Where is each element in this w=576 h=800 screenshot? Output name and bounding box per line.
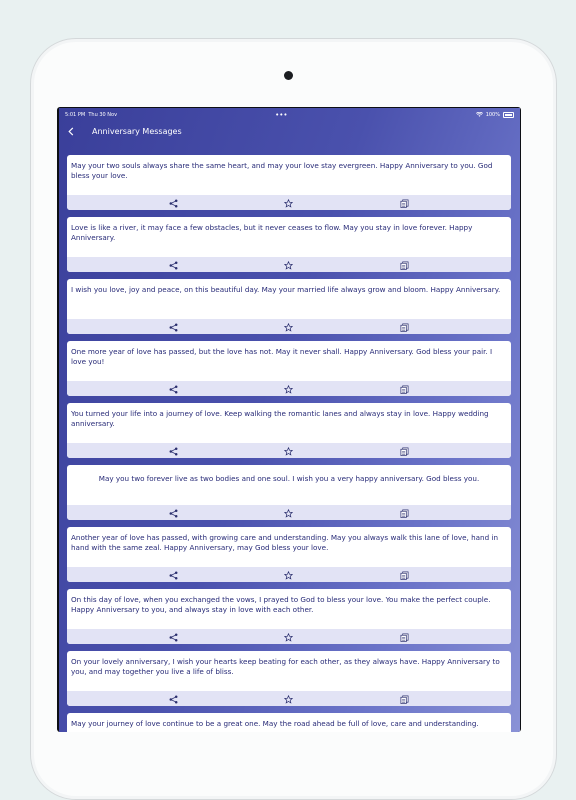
copy-button[interactable]: [398, 445, 410, 457]
share-button[interactable]: [167, 197, 179, 209]
share-button[interactable]: [167, 445, 179, 457]
status-time: 5:01 PM Thu 30 Nov: [65, 112, 117, 118]
status-bar: 5:01 PM Thu 30 Nov ••• 100%: [59, 108, 520, 121]
message-actions: [67, 257, 511, 272]
favorite-button[interactable]: [282, 507, 294, 519]
message-list[interactable]: May your two souls always share the same…: [67, 155, 511, 732]
star-icon: [283, 198, 293, 208]
message-card: Another year of love has passed, with gr…: [67, 527, 511, 582]
favorite-button[interactable]: [282, 197, 294, 209]
message-text: I wish you love, joy and peace, on this …: [71, 285, 501, 294]
status-clock: 5:01 PM: [65, 111, 86, 118]
favorite-button[interactable]: [282, 321, 294, 333]
share-icon: [169, 633, 178, 642]
copy-icon: [400, 509, 409, 518]
share-button[interactable]: [167, 631, 179, 643]
message-card: May your two souls always share the same…: [67, 155, 511, 210]
star-icon: [283, 570, 293, 580]
message-actions: [67, 443, 511, 458]
share-icon: [169, 571, 178, 580]
message-card: On this day of love, when you exchanged …: [67, 589, 511, 644]
screen: 5:01 PM Thu 30 Nov ••• 100% Anniversary …: [57, 107, 521, 732]
favorite-button[interactable]: [282, 569, 294, 581]
share-button[interactable]: [167, 321, 179, 333]
copy-icon: [400, 261, 409, 270]
favorite-button[interactable]: [282, 259, 294, 271]
status-right: 100%: [475, 111, 514, 118]
copy-button[interactable]: [398, 197, 410, 209]
message-text: You turned your life into a journey of l…: [71, 409, 489, 428]
page-title: Anniversary Messages: [92, 126, 182, 136]
message-card: I wish you love, joy and peace, on this …: [67, 279, 511, 334]
favorite-button[interactable]: [282, 631, 294, 643]
battery-icon: [502, 111, 514, 118]
share-icon: [169, 323, 178, 332]
share-icon: [169, 199, 178, 208]
message-text: Love is like a river, it may face a few …: [71, 223, 473, 242]
star-icon: [283, 446, 293, 456]
copy-button[interactable]: [398, 507, 410, 519]
copy-icon: [400, 695, 409, 704]
message-card: May you two forever live as two bodies a…: [67, 465, 511, 520]
favorite-button[interactable]: [282, 383, 294, 395]
multitask-dots[interactable]: •••: [275, 111, 287, 119]
status-date: Thu 30 Nov: [88, 111, 118, 118]
message-actions: [67, 629, 511, 644]
star-icon: [283, 694, 293, 704]
message-card: Love is like a river, it may face a few …: [67, 217, 511, 272]
chevron-left-icon[interactable]: [64, 124, 78, 138]
message-actions: [67, 691, 511, 706]
copy-button[interactable]: [398, 383, 410, 395]
share-icon: [169, 509, 178, 518]
copy-icon: [400, 447, 409, 456]
copy-button[interactable]: [398, 693, 410, 705]
star-icon: [283, 384, 293, 394]
message-actions: [67, 381, 511, 396]
star-icon: [283, 508, 293, 518]
copy-icon: [400, 385, 409, 394]
favorite-button[interactable]: [282, 693, 294, 705]
front-camera: [284, 71, 293, 80]
share-button[interactable]: [167, 507, 179, 519]
share-button[interactable]: [167, 693, 179, 705]
copy-button[interactable]: [398, 569, 410, 581]
share-icon: [169, 447, 178, 456]
copy-button[interactable]: [398, 259, 410, 271]
message-text: May your two souls always share the same…: [71, 161, 493, 180]
wifi-icon: [475, 112, 483, 117]
message-text: Another year of love has passed, with gr…: [71, 533, 499, 552]
copy-icon: [400, 633, 409, 642]
message-text: May you two forever live as two bodies a…: [98, 474, 480, 483]
copy-button[interactable]: [398, 631, 410, 643]
message-text: On this day of love, when you exchanged …: [71, 595, 491, 614]
message-card: One more year of love has passed, but th…: [67, 341, 511, 396]
copy-icon: [400, 571, 409, 580]
message-text: May your journey of love continue to be …: [71, 719, 479, 728]
share-icon: [169, 695, 178, 704]
message-actions: [67, 567, 511, 582]
message-actions: [67, 505, 511, 520]
message-text: On your lovely anniversary, I wish your …: [71, 657, 500, 676]
share-icon: [169, 261, 178, 270]
message-actions: [67, 319, 511, 334]
battery-percent: 100%: [485, 111, 500, 118]
message-card: May your journey of love continue to be …: [67, 713, 511, 732]
copy-button[interactable]: [398, 321, 410, 333]
message-card: On your lovely anniversary, I wish your …: [67, 651, 511, 706]
share-button[interactable]: [167, 569, 179, 581]
copy-icon: [400, 199, 409, 208]
message-text: One more year of love has passed, but th…: [71, 347, 493, 366]
message-card: You turned your life into a journey of l…: [67, 403, 511, 458]
star-icon: [283, 260, 293, 270]
copy-icon: [400, 323, 409, 332]
star-icon: [283, 632, 293, 642]
share-button[interactable]: [167, 259, 179, 271]
star-icon: [283, 322, 293, 332]
favorite-button[interactable]: [282, 445, 294, 457]
message-actions: [67, 195, 511, 210]
nav-bar: Anniversary Messages: [59, 121, 520, 141]
share-button[interactable]: [167, 383, 179, 395]
app: 5:01 PM Thu 30 Nov ••• 100% Anniversary …: [59, 108, 520, 732]
share-icon: [169, 385, 178, 394]
